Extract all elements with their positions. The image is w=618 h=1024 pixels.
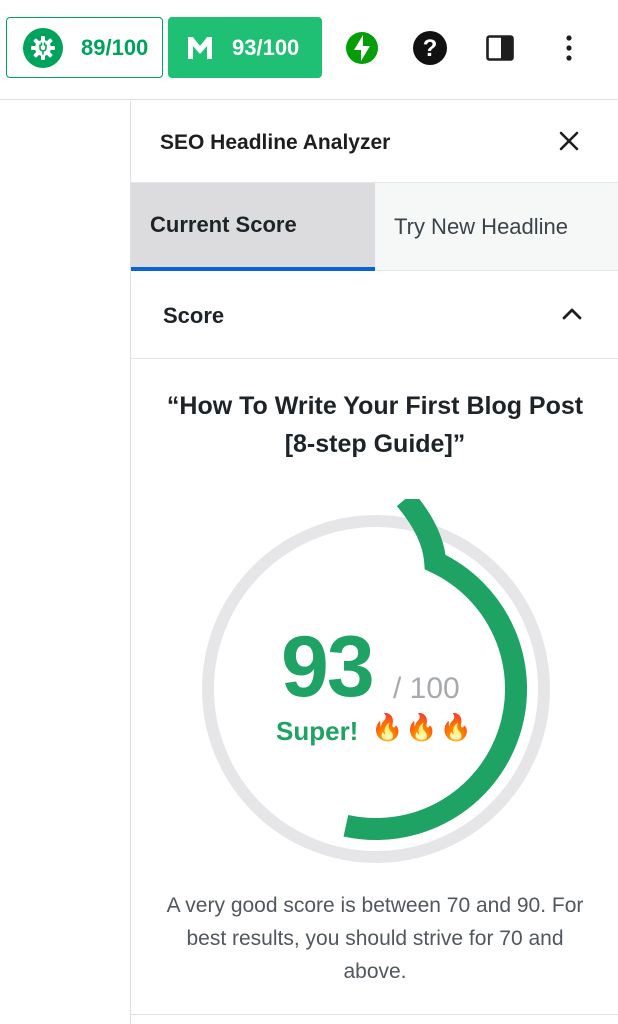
monsterinsights-logo-icon [184,32,216,64]
editor-toolbar: 89/100 93/100 ? [0,0,618,100]
score-rating: Super! [276,716,359,746]
score-gauge [202,499,550,863]
divider [131,1014,618,1015]
analyzed-headline: “How To Write Your First Blog Post [8-st… [166,392,584,458]
headline-analyzer-panel: SEO Headline Analyzer Current Score Try … [130,101,618,1024]
close-icon[interactable] [557,129,581,153]
jetpack-bolt-icon[interactable] [344,30,380,66]
monsterinsights-score-text: 93/100 [232,34,300,60]
aioseo-gear-icon [23,27,63,68]
fire-icon: 🔥🔥🔥 [371,712,475,742]
score-section-toggle[interactable]: Score [131,271,618,359]
panel-title: SEO Headline Analyzer [160,131,391,154]
chevron-up-icon [562,308,582,320]
tab-current-score[interactable]: Current Score [131,183,375,271]
monsterinsights-score-button[interactable]: 93/100 [168,17,322,78]
score-value: 93 [281,619,375,715]
aioseo-score-text: 89/100 [81,34,149,60]
help-icon[interactable]: ? [412,30,448,66]
score-description: A very good score is between 70 and 90. … [166,894,584,983]
tab-try-new-headline[interactable]: Try New Headline [375,183,618,271]
tab-bar: Current Score Try New Headline [131,183,618,271]
score-max: / 100 [393,672,460,705]
svg-text:?: ? [423,35,438,62]
panel-header: SEO Headline Analyzer [131,101,618,183]
more-options-icon[interactable] [551,30,587,66]
editor-canvas [0,101,130,1024]
aioseo-score-button[interactable]: 89/100 [6,17,163,78]
sidebar-toggle-icon[interactable] [482,30,518,66]
section-title: Score [163,303,225,328]
